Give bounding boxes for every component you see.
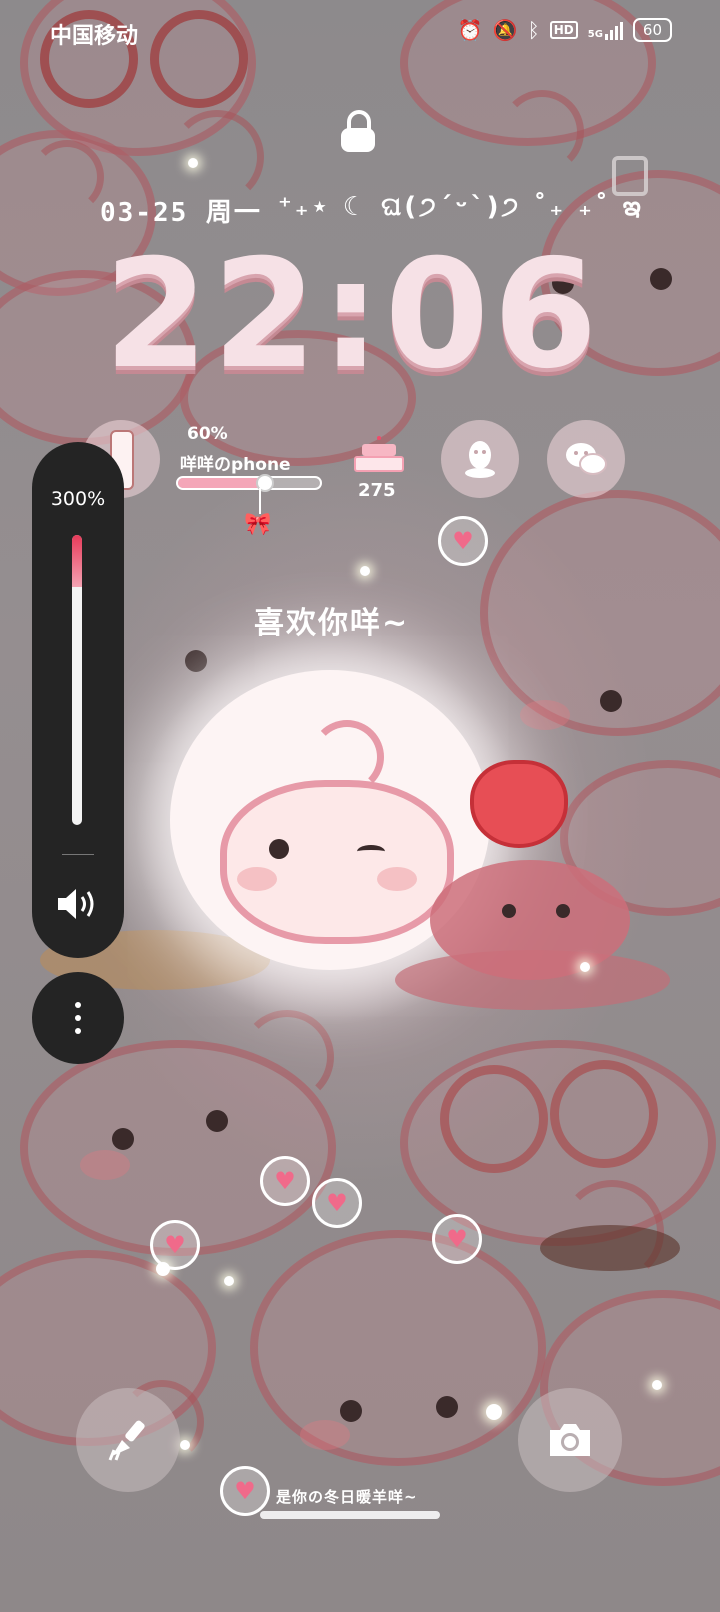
status-bar: 中国移动 ⏰ 🔕 ᛒ HD 5G 60: [0, 16, 720, 50]
volume-panel: 300%: [32, 442, 124, 958]
mute-icon: 🔕: [492, 18, 518, 42]
carrier-name: 中国移动: [50, 24, 139, 49]
status-icons: ⏰ 🔕 ᛒ HD 5G 60: [458, 18, 672, 42]
rose-illustration: [470, 760, 568, 848]
heart-icon: ♥: [432, 1214, 482, 1264]
greeting-text: 喜欢你咩~: [254, 606, 410, 641]
wechat-icon[interactable]: [547, 420, 625, 498]
date-text: 03-25 周一: [100, 198, 262, 228]
phone-name-label: 咩咩のphone: [180, 455, 291, 475]
heart-icon: ♥: [312, 1178, 362, 1228]
bow-icon: 🎀: [244, 512, 272, 537]
lock-icon: [341, 110, 375, 152]
heart-icon: ♥: [150, 1220, 200, 1270]
volume-level-label: 300%: [50, 488, 106, 510]
volume-divider: [62, 854, 94, 855]
qq-icon[interactable]: [441, 420, 519, 498]
phone-battery-percent: 60%: [187, 424, 228, 444]
cake-icon: [354, 428, 404, 472]
step-count: 275: [358, 480, 396, 501]
battery-indicator: 60: [632, 18, 672, 42]
speaker-icon[interactable]: [56, 886, 102, 922]
camera-icon[interactable]: [518, 1388, 622, 1492]
bear-illustration: [430, 860, 630, 980]
clock-time: 22:06: [104, 228, 602, 402]
signal-icon: 5G: [588, 20, 623, 40]
kaomoji-decoration: ⁺₊⋆ ☾ ଘ(੭ˊᵕˋ)੭ ˚₊ ₊˚ ఇ: [278, 192, 644, 222]
heart-icon: ♥: [260, 1156, 310, 1206]
heart-icon: ♥: [220, 1466, 270, 1516]
home-indicator[interactable]: [260, 1511, 440, 1519]
paintbrush-icon[interactable]: [76, 1388, 180, 1492]
volume-slider[interactable]: [72, 535, 82, 825]
alarm-icon: ⏰: [457, 18, 483, 42]
more-icon[interactable]: [32, 972, 124, 1064]
bluetooth-icon: ᛒ: [527, 18, 540, 42]
signature-text: 是你の冬日暖羊咩~: [276, 1488, 418, 1506]
heart-icon: ♥: [438, 516, 488, 566]
phone-battery-bar: [176, 474, 322, 492]
hd-icon: HD: [549, 21, 578, 39]
screen-record-icon[interactable]: [612, 156, 648, 196]
